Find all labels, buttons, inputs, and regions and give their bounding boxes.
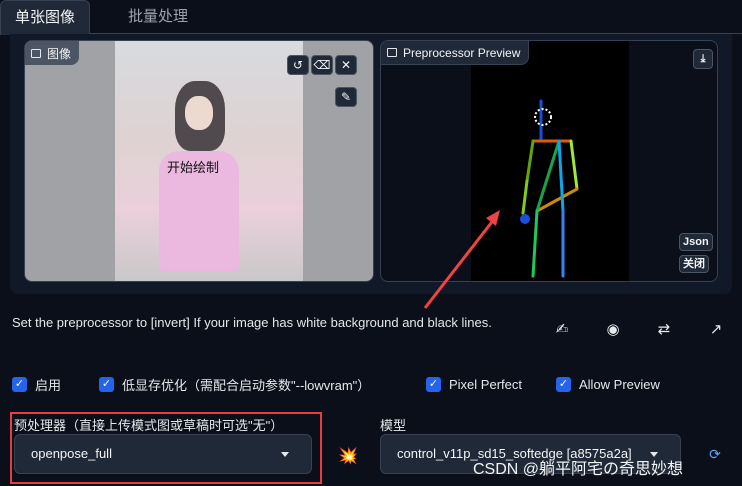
pixel-perfect-checkbox[interactable]: ✓ Pixel Perfect — [426, 374, 522, 394]
camera-icon[interactable]: ◉ — [603, 320, 623, 340]
allow-preview-checkbox[interactable]: ✓ Allow Preview — [556, 374, 660, 394]
swap-icon[interactable]: ⇄ — [654, 320, 674, 340]
invert-hint-text: Set the preprocessor to [invert] If your… — [12, 315, 492, 330]
model-label: 模型 — [380, 418, 407, 433]
send-up-icon[interactable]: ↗ — [706, 320, 726, 340]
lowvram-checkbox[interactable]: ✓ 低显存优化（需配合启动参数"--lowvram"） — [99, 374, 370, 394]
refresh-icon[interactable]: ⟳ — [705, 446, 725, 466]
enable-checkbox[interactable]: ✓ 启用 — [12, 374, 61, 394]
check-icon: ✓ — [556, 376, 571, 392]
memo-icon[interactable]: ✍ — [552, 320, 572, 340]
watermark-text: CSDN @躺平阿宅の奇思妙想 — [473, 461, 684, 478]
check-icon: ✓ — [426, 376, 441, 392]
check-icon: ✓ — [12, 376, 27, 392]
run-preprocessor-icon[interactable]: 💥 — [338, 446, 358, 466]
highlight-box — [10, 412, 322, 484]
check-icon: ✓ — [99, 376, 114, 392]
